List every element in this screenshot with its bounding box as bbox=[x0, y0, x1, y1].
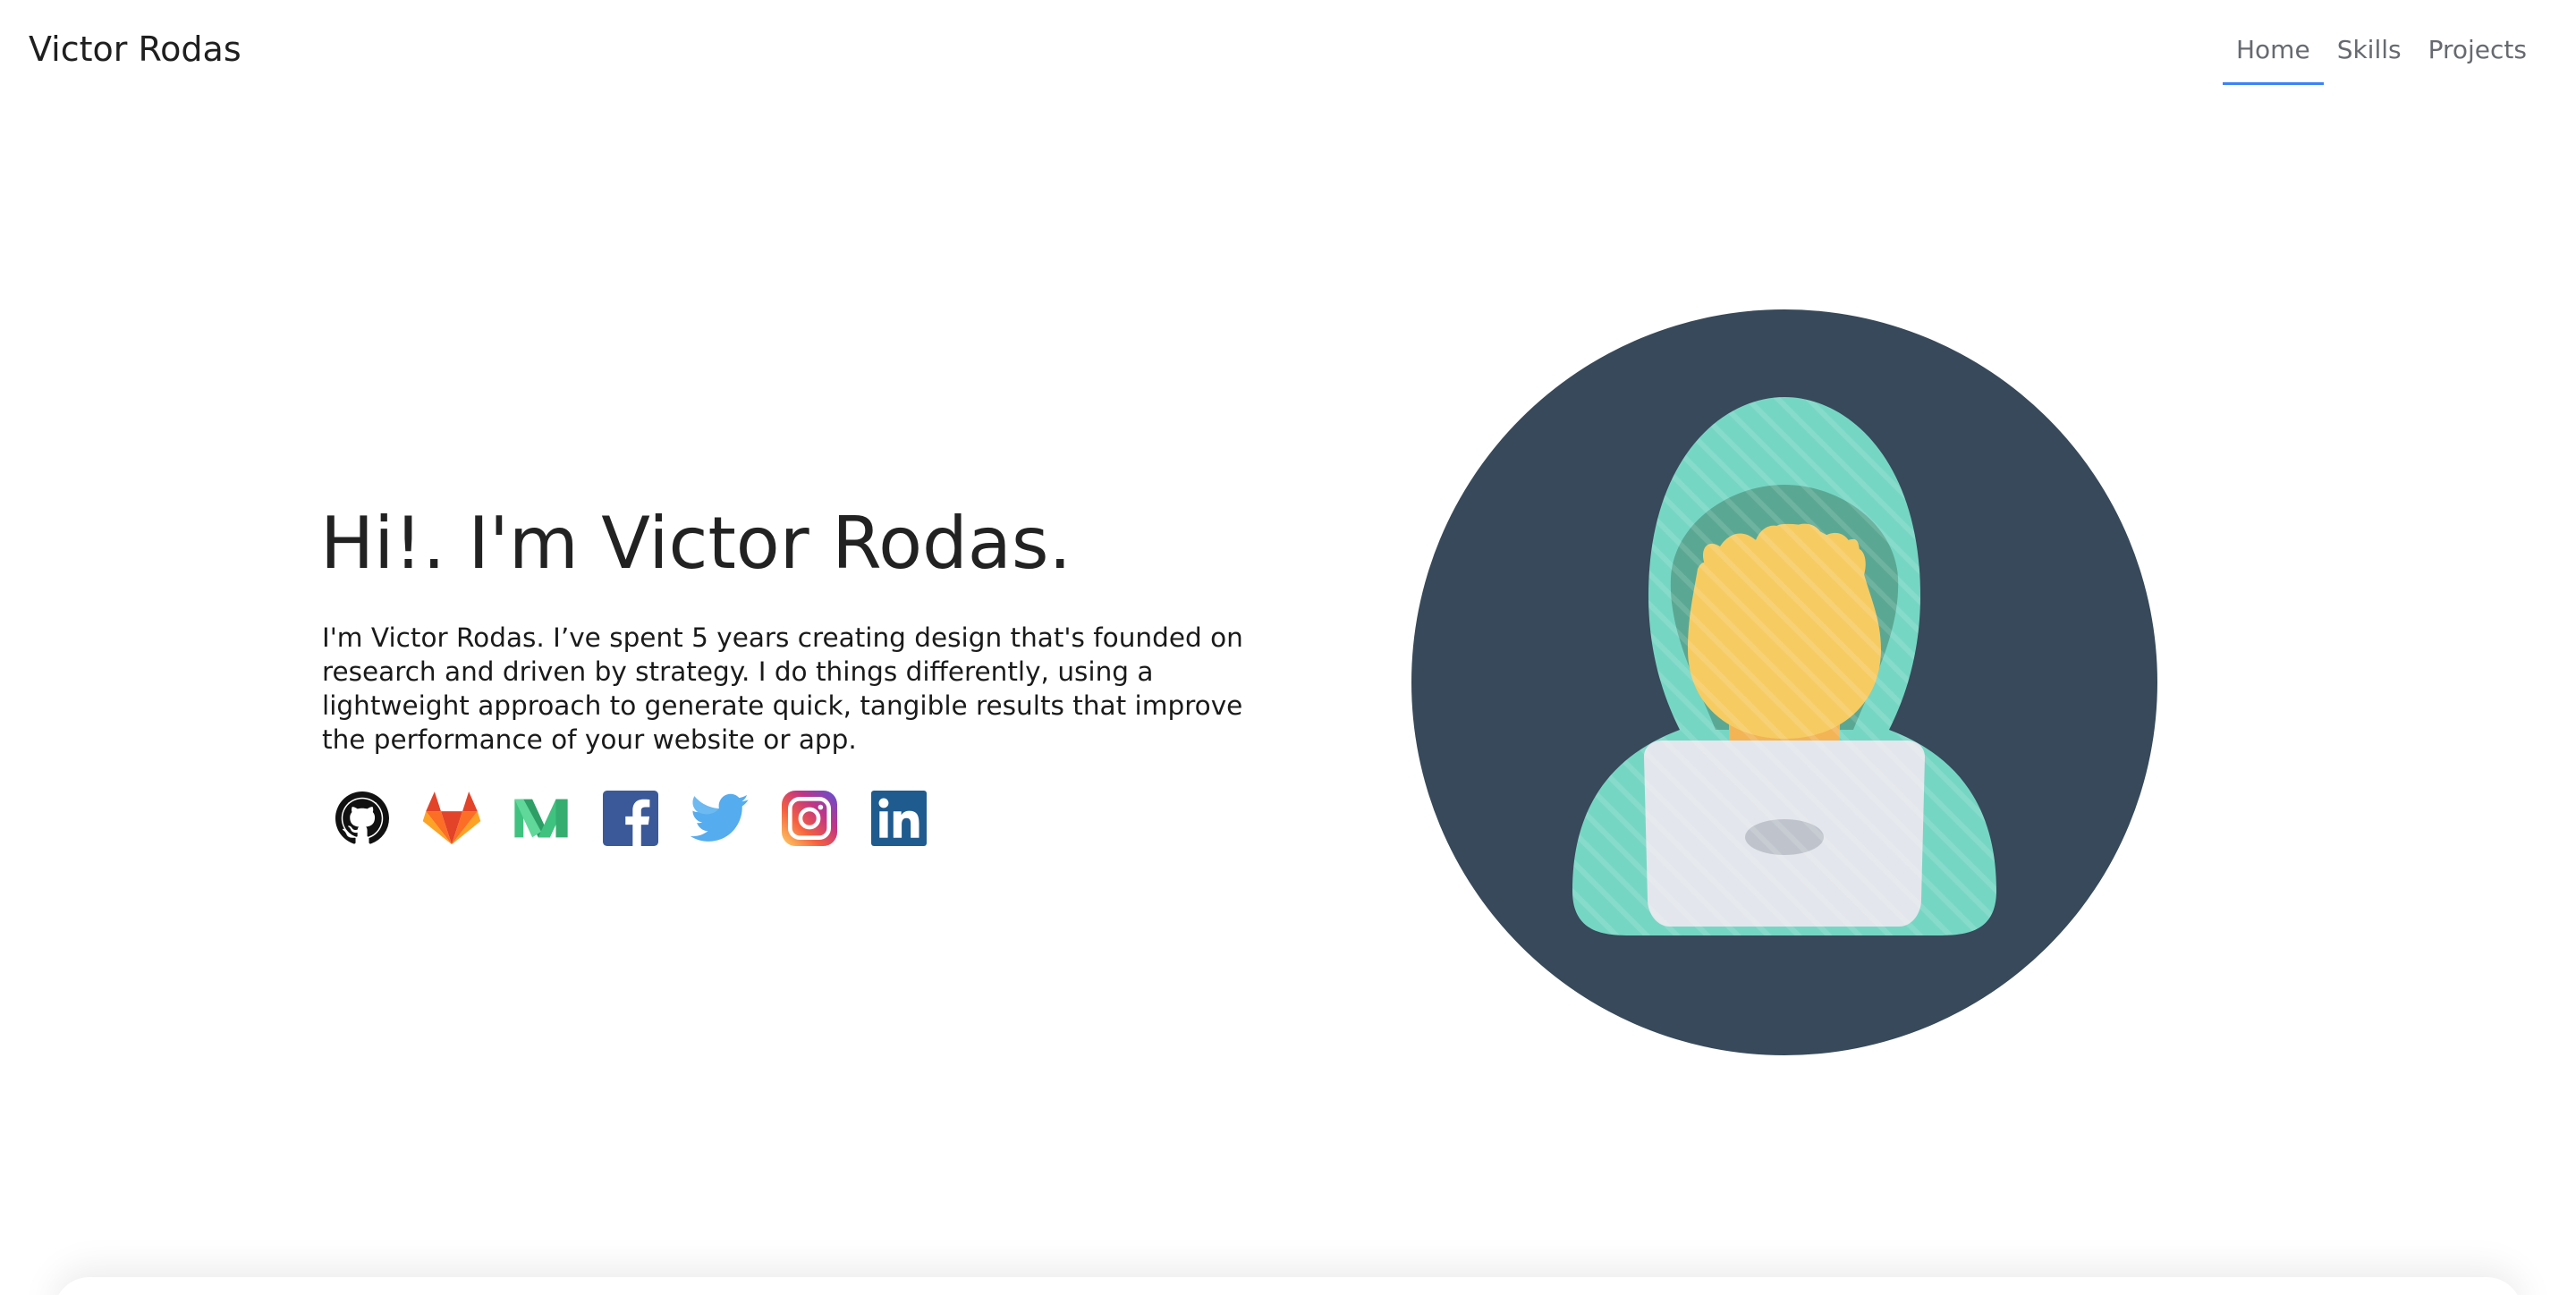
hero-description: I'm Victor Rodas. I’ve spent 5 years cre… bbox=[322, 622, 1243, 755]
instagram-link[interactable] bbox=[780, 789, 839, 848]
social-links bbox=[333, 789, 959, 848]
linkedin-link[interactable] bbox=[869, 789, 928, 848]
facebook-link[interactable] bbox=[601, 789, 660, 848]
github-icon bbox=[335, 791, 389, 844]
brand-name[interactable]: Victor Rodas bbox=[29, 27, 242, 72]
nav-skills[interactable]: Skills bbox=[2324, 27, 2415, 84]
section-divider bbox=[54, 1277, 2522, 1295]
gitlab-icon bbox=[422, 791, 481, 845]
medium-icon bbox=[514, 799, 568, 838]
page: Victor Rodas Home Skills Projects Hi!. I… bbox=[0, 0, 2576, 1295]
avatar-illustration bbox=[1411, 309, 2157, 1055]
facebook-icon bbox=[603, 791, 658, 846]
main-nav: Home Skills Projects bbox=[2223, 27, 2540, 85]
twitter-link[interactable] bbox=[691, 789, 750, 848]
hero-title: Hi!. I'm Victor Rodas. bbox=[320, 502, 1072, 585]
instagram-icon bbox=[782, 791, 837, 846]
twitter-icon bbox=[691, 793, 749, 842]
nav-projects[interactable]: Projects bbox=[2415, 27, 2540, 84]
linkedin-icon bbox=[871, 791, 927, 846]
navbar: Victor Rodas Home Skills Projects bbox=[0, 0, 2576, 93]
medium-link[interactable] bbox=[512, 789, 571, 848]
gitlab-link[interactable] bbox=[422, 789, 481, 848]
github-link[interactable] bbox=[333, 789, 392, 848]
nav-home[interactable]: Home bbox=[2223, 27, 2324, 85]
